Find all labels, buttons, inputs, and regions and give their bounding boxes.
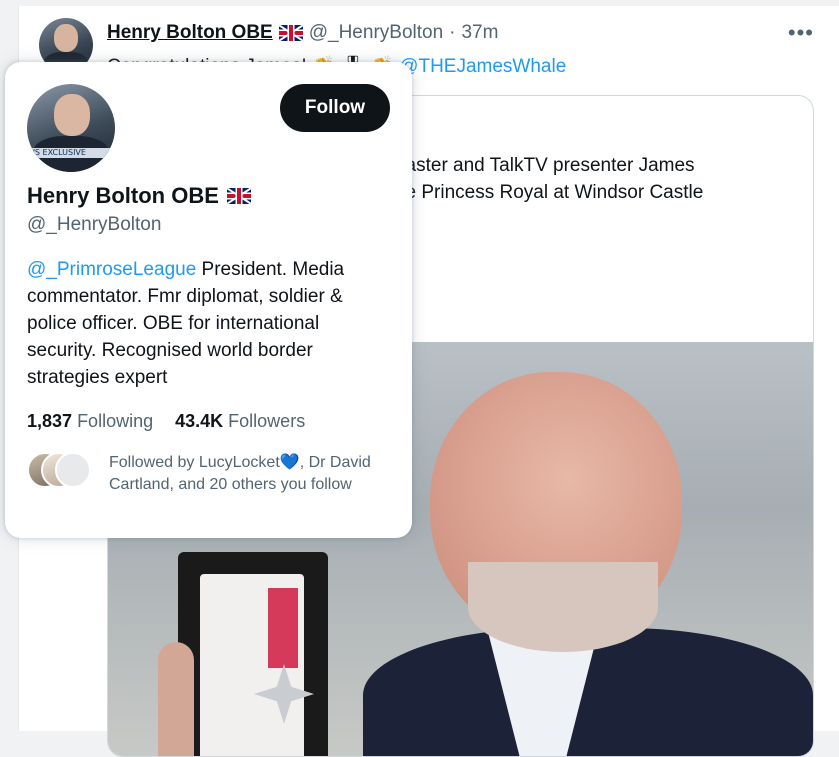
- hovercard-stats: 1,837 Following 43.4K Followers: [27, 411, 305, 432]
- followed-by-text[interactable]: Followed by LucyLocket💙, Dr David Cartla…: [109, 452, 399, 496]
- tweet-header: Henry Bolton OBE @_HenryBolton · 37m: [107, 22, 498, 44]
- bio-mention-link[interactable]: @_PrimroseLeague: [27, 259, 196, 280]
- followers-label: Followers: [228, 411, 306, 431]
- card-text: roadcaster and TalkTV presenter James om…: [358, 152, 808, 206]
- following-link[interactable]: 1,837 Following: [27, 411, 153, 431]
- following-count: 1,837: [27, 411, 73, 431]
- tweet-mention-link[interactable]: @THEJamesWhale: [399, 56, 566, 77]
- following-label: Following: [77, 411, 154, 431]
- more-options-icon[interactable]: •••: [788, 20, 814, 46]
- followed-by-avatars[interactable]: [27, 452, 97, 488]
- followers-count: 43.4K: [175, 411, 224, 431]
- hovercard-bio: @_PrimroseLeague President. Media commen…: [27, 256, 392, 391]
- hovercard-name-text[interactable]: Henry Bolton OBE: [27, 183, 219, 209]
- follow-button[interactable]: Follow: [280, 84, 390, 132]
- avatar: [55, 452, 91, 488]
- tweet-timestamp[interactable]: 37m: [461, 22, 498, 44]
- tweet-meta-separator: ·: [449, 22, 456, 43]
- hovercard-name[interactable]: Henry Bolton OBE: [27, 183, 251, 209]
- tweet-author-handle[interactable]: @_HenryBolton: [309, 22, 443, 44]
- uk-flag-icon: [226, 188, 251, 204]
- hovercard-avatar[interactable]: WS EXCLUSIVE: [27, 84, 115, 172]
- profile-hovercard: WS EXCLUSIVE Follow Henry Bolton OBE @_H…: [5, 62, 412, 538]
- card-text-line: roadcaster and TalkTV presenter James: [358, 155, 695, 176]
- hovercard-handle[interactable]: @_HenryBolton: [27, 214, 161, 236]
- card-text-line: om the Princess Royal at Windsor Castle: [358, 182, 704, 203]
- followers-link[interactable]: 43.4K Followers: [175, 411, 305, 431]
- blue-heart-icon: 💙: [279, 454, 300, 471]
- avatar-banner-text: WS EXCLUSIVE: [27, 148, 115, 158]
- followed-by-prefix: Followed by LucyLocket: [109, 454, 280, 471]
- tweet-author-name[interactable]: Henry Bolton OBE: [107, 22, 273, 44]
- uk-flag-icon: [278, 25, 303, 41]
